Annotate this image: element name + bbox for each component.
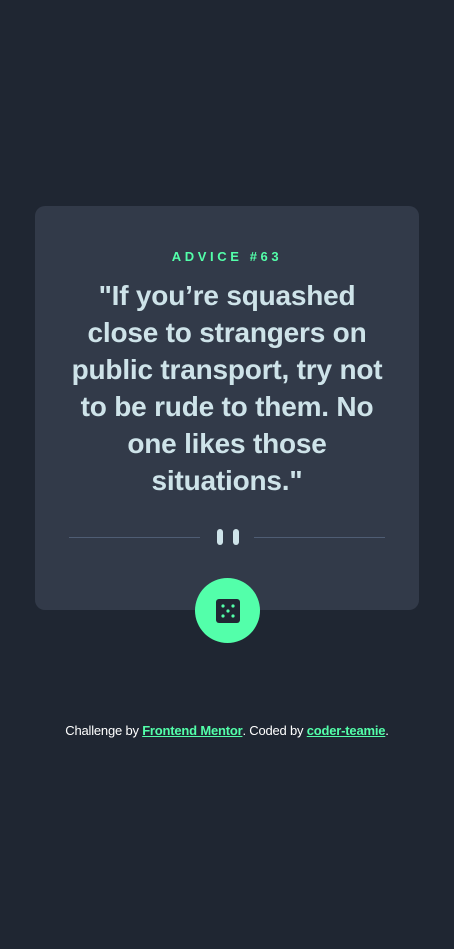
pause-bar-right [233, 529, 239, 545]
advice-number: ADVICE #63 [171, 249, 283, 264]
author-link[interactable]: coder-teamie [307, 723, 386, 738]
footer-middle: . Coded by [242, 723, 307, 738]
dice-icon [215, 598, 240, 623]
generate-advice-button[interactable] [195, 578, 260, 643]
pause-icon [217, 529, 239, 546]
frontend-mentor-link[interactable]: Frontend Mentor [142, 723, 242, 738]
advice-card: ADVICE #63 "If you’re squashed close to … [35, 206, 419, 610]
footer-suffix: . [385, 723, 389, 738]
divider-line-left [69, 537, 200, 538]
divider-line-right [254, 537, 385, 538]
divider [69, 527, 385, 547]
advice-quote: "If you’re squashed close to strangers o… [71, 280, 383, 496]
pause-bar-left [217, 529, 223, 545]
footer-prefix: Challenge by [65, 723, 143, 738]
page: ADVICE #63 "If you’re squashed close to … [0, 0, 454, 949]
attribution-footer: Challenge by Frontend Mentor. Coded by c… [0, 723, 454, 738]
